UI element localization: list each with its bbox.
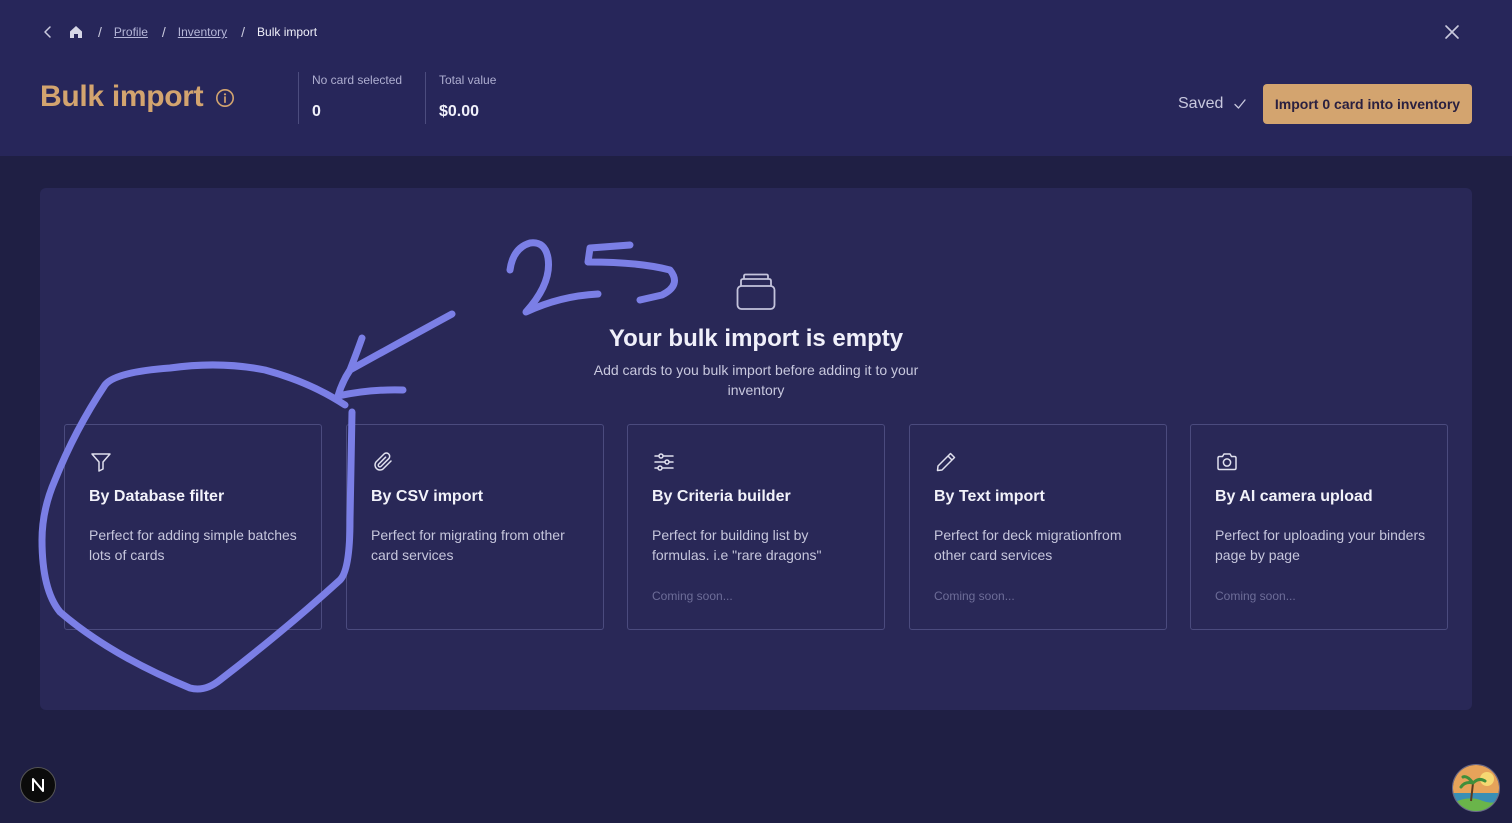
card-box-icon	[736, 272, 776, 317]
breadcrumb-link-profile[interactable]: Profile	[114, 25, 148, 39]
coming-soon-label: Coming soon...	[934, 589, 1015, 603]
option-card-csv-import[interactable]: By CSV import Perfect for migrating from…	[346, 424, 604, 630]
breadcrumb-separator: /	[241, 24, 246, 40]
saved-status: Saved	[1178, 95, 1247, 113]
option-description: Perfect for building list by formulas. i…	[652, 527, 822, 563]
breadcrumb-link-inventory[interactable]: Inventory	[178, 25, 227, 39]
breadcrumb-separator: /	[161, 24, 166, 40]
option-title: By CSV import	[371, 488, 484, 505]
top-bar: / Profile / Inventory / Bulk import Bulk…	[0, 0, 1512, 156]
option-title: By Text import	[934, 488, 1045, 505]
total-value-stat: Total value $0.00	[425, 72, 496, 124]
stat-label: No card selected	[312, 73, 403, 87]
option-card-database-filter[interactable]: By Database filter Perfect for adding si…	[64, 424, 322, 630]
option-description: Perfect for deck migrationfrom other car…	[934, 527, 1122, 563]
camera-icon	[1215, 450, 1239, 474]
saved-label: Saved	[1178, 95, 1224, 112]
breadcrumb-separator: /	[98, 24, 102, 40]
option-card-criteria-builder[interactable]: By Criteria builder Perfect for building…	[627, 424, 885, 630]
empty-state-title: Your bulk import is empty	[608, 325, 904, 352]
close-icon[interactable]	[1442, 22, 1462, 42]
sliders-icon	[652, 450, 676, 474]
stat-value: $0.00	[439, 103, 480, 120]
avatar[interactable]	[1452, 764, 1500, 812]
pencil-icon	[934, 450, 958, 474]
stat-value: 0	[312, 103, 321, 120]
option-title: By Database filter	[89, 488, 225, 505]
page-title: Bulk import	[40, 80, 204, 113]
import-into-inventory-button[interactable]: Import 0 card into inventory	[1263, 84, 1472, 124]
option-card-ai-camera-upload[interactable]: By AI camera upload Perfect for uploadin…	[1190, 424, 1448, 630]
selected-count-stat: No card selected 0	[298, 72, 402, 124]
option-card-text-import[interactable]: By Text import Perfect for deck migratio…	[909, 424, 1167, 630]
breadcrumb: / Profile / Inventory / Bulk import	[40, 22, 317, 42]
option-title: By Criteria builder	[652, 488, 791, 505]
empty-state-subtitle: Add cards to you bulk import before addi…	[593, 362, 919, 398]
option-description: Perfect for migrating from other card se…	[371, 527, 565, 563]
option-description: Perfect for adding simple batches lots o…	[89, 527, 297, 563]
check-icon	[1234, 99, 1247, 109]
coming-soon-label: Coming soon...	[652, 589, 733, 603]
next-dev-indicator-icon[interactable]	[20, 767, 56, 803]
breadcrumb-current: Bulk import	[257, 25, 318, 39]
filter-icon	[89, 450, 113, 474]
stat-label: Total value	[439, 73, 497, 87]
info-icon[interactable]	[215, 88, 235, 108]
back-chevron-icon[interactable]	[40, 24, 56, 40]
paperclip-icon	[371, 450, 395, 474]
option-description: Perfect for uploading your binders page …	[1215, 527, 1426, 563]
option-title: By AI camera upload	[1215, 488, 1373, 505]
home-icon[interactable]	[68, 24, 84, 40]
coming-soon-label: Coming soon...	[1215, 589, 1296, 603]
